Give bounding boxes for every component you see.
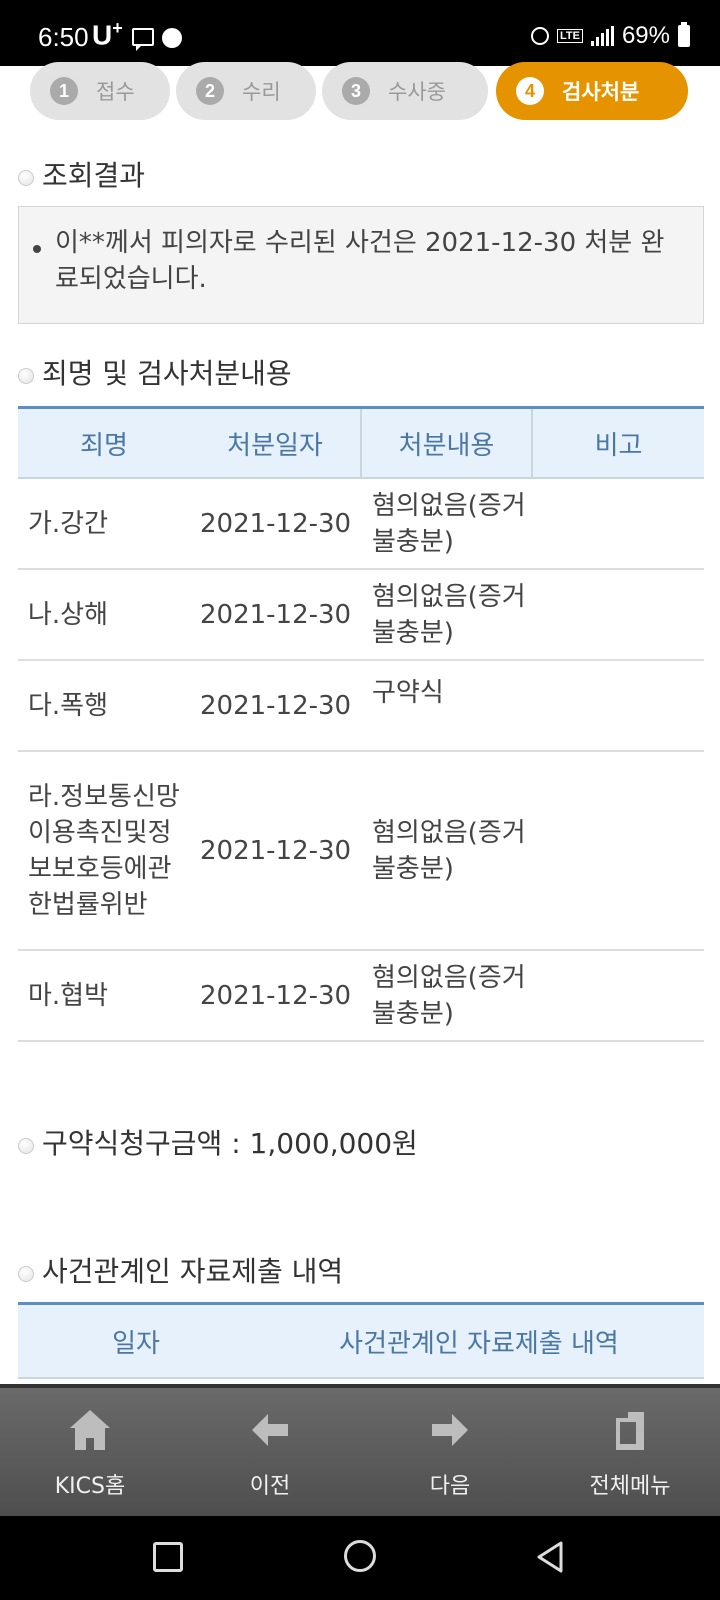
header-note: 비고 — [594, 430, 643, 461]
home-system-button[interactable] — [344, 1540, 376, 1572]
section-bullet-icon — [18, 1266, 34, 1282]
note — [533, 570, 704, 659]
submissions-table: 일자 사건관계인 자료제출 내역 — [18, 1302, 704, 1379]
note — [533, 752, 704, 949]
disposition-content: 혐의없음(증거불충분) — [372, 962, 526, 1029]
signal-icon — [590, 26, 614, 46]
disposition-content: 혐의없음(증거불충분) — [372, 490, 526, 557]
full-menu-button[interactable]: 전체메뉴 — [540, 1388, 720, 1516]
table-header: 죄명 처분일자 처분내용 비고 — [18, 409, 704, 479]
summary-claim-amount: 구약식청구금액 : 1,000,000원 — [18, 1122, 418, 1162]
disposition-date: 2021-12-30 — [200, 599, 352, 630]
previous-button[interactable]: 이전 — [180, 1388, 360, 1516]
menu-icon — [616, 1412, 644, 1450]
progress-steps: 1 접수 2 수리 3 수사중 4 검사처분 — [0, 60, 720, 124]
step-received: 1 접수 — [30, 62, 170, 120]
arrow-left-icon — [252, 1414, 288, 1446]
step-label: 수리 — [242, 80, 281, 104]
disposition-date: 2021-12-30 — [200, 980, 352, 1011]
step-label: 접수 — [96, 80, 135, 104]
charges-section-title: 죄명 및 검사처분내용 — [18, 352, 292, 392]
charge-name: 라.정보통신망이용촉진및정보보호등에관한법률위반 — [28, 781, 180, 920]
header-charge-name: 죄명 — [80, 430, 128, 461]
result-message: 이**께서 피의자로 수리된 사건은 2021-12-30 처분 완료되었습니다… — [55, 228, 665, 294]
step-number: 1 — [50, 77, 78, 105]
nav-label: 이전 — [249, 1474, 291, 1499]
table-row: 마.협박 2021-12-30 혐의없음(증거불충분) — [18, 951, 704, 1042]
step-number: 3 — [342, 77, 370, 105]
carrier-logo: U+ — [92, 18, 123, 51]
header-date: 일자 — [112, 1328, 160, 1359]
recent-apps-button[interactable] — [153, 1542, 183, 1572]
step-label: 수사중 — [388, 80, 446, 104]
charge-name: 마.협박 — [28, 980, 109, 1011]
disposition-content: 구약식 — [372, 678, 444, 708]
system-nav-bar — [0, 1516, 720, 1600]
kics-home-button[interactable]: KICS홈 — [0, 1388, 180, 1516]
disposition-date: 2021-12-30 — [200, 690, 352, 721]
table-row: 나.상해 2021-12-30 혐의없음(증거불충분) — [18, 570, 704, 661]
charges-table: 죄명 처분일자 처분내용 비고 가.강간 2021-12-30 혐의없음(증거불… — [18, 406, 704, 1042]
step-accepted: 2 수리 — [176, 62, 316, 120]
section-bullet-icon — [18, 170, 34, 186]
message-notification-icon — [132, 28, 154, 51]
nav-label: 다음 — [429, 1474, 471, 1499]
step-number: 4 — [516, 77, 544, 105]
status-indicators: LTE 69% — [530, 22, 690, 50]
section-bullet-icon — [18, 1138, 34, 1154]
result-section-title: 조회결과 — [18, 154, 145, 194]
home-icon — [70, 1410, 110, 1450]
table-row: 가.강간 2021-12-30 혐의없음(증거불충분) — [18, 479, 704, 570]
result-box: 이**께서 피의자로 수리된 사건은 2021-12-30 처분 완료되었습니다… — [18, 206, 704, 324]
step-investigating: 3 수사중 — [322, 62, 488, 120]
submissions-section-title: 사건관계인 자료제출 내역 — [18, 1250, 343, 1290]
section-bullet-icon — [18, 368, 34, 384]
step-prosecution-disposition: 4 검사처분 — [496, 62, 688, 120]
disposition-content: 혐의없음(증거불충분) — [372, 817, 526, 884]
app-notification-icon — [162, 28, 182, 48]
next-button[interactable]: 다음 — [360, 1388, 540, 1516]
charge-name: 나.상해 — [28, 599, 109, 630]
step-label: 검사처분 — [562, 80, 640, 104]
nav-label: 전체메뉴 — [589, 1474, 671, 1499]
arrow-right-icon — [432, 1414, 468, 1446]
disposition-date: 2021-12-30 — [200, 508, 352, 539]
header-disposition-date: 처분일자 — [190, 409, 362, 477]
nav-label: KICS홈 — [54, 1474, 126, 1499]
alarm-icon — [530, 27, 549, 45]
disposition-date: 2021-12-30 — [200, 835, 352, 866]
table-row: 라.정보통신망이용촉진및정보보호등에관한법률위반 2021-12-30 혐의없음… — [18, 752, 704, 951]
table-row: 다.폭행 2021-12-30 구약식 — [18, 661, 704, 752]
status-bar: 6:50 U+ LTE 69% — [0, 0, 720, 66]
charge-name: 가.강간 — [28, 508, 109, 539]
status-time: 6:50 — [38, 22, 89, 52]
header-submission-history: 사건관계인 자료제출 내역 — [339, 1328, 619, 1359]
list-bullet-icon — [33, 245, 41, 253]
note — [533, 479, 704, 568]
lte-icon: LTE — [556, 29, 583, 43]
disposition-content: 혐의없음(증거불충분) — [372, 581, 526, 648]
step-number: 2 — [196, 77, 224, 105]
app-bottom-nav: KICS홈 이전 다음 전체메뉴 — [0, 1384, 720, 1516]
charge-name: 다.폭행 — [28, 690, 109, 721]
note — [533, 951, 704, 1040]
header-disposition-content: 처분내용 — [362, 409, 533, 477]
note — [533, 661, 704, 750]
battery-icon — [678, 22, 690, 47]
table-header: 일자 사건관계인 자료제출 내역 — [18, 1305, 704, 1379]
battery-percent: 69% — [621, 22, 670, 49]
back-system-button[interactable] — [533, 1539, 569, 1575]
